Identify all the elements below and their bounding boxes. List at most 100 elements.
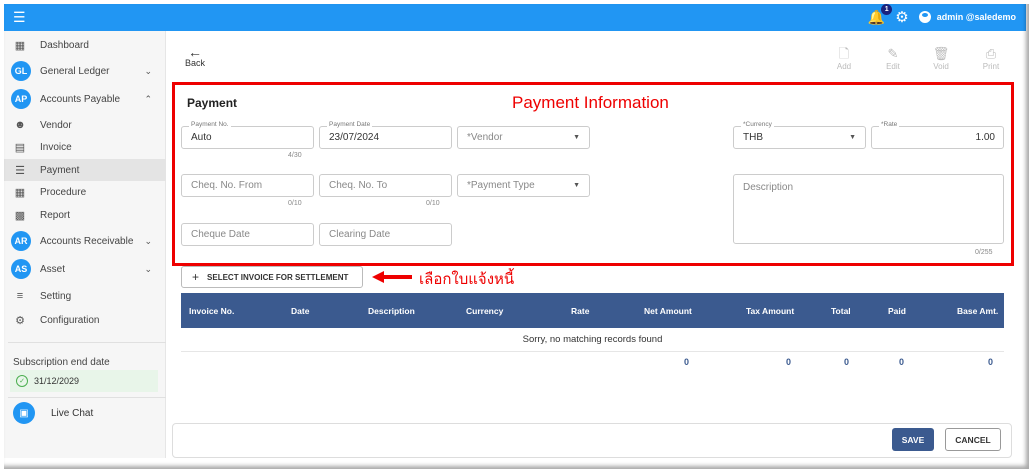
sidebar-item-accounts-payable[interactable]: AP Accounts Payable ⌃: [4, 88, 166, 110]
cheq-no-to-field[interactable]: Cheq. No. To: [319, 174, 452, 197]
sidebar-item-label: Dashboard: [40, 39, 89, 51]
col-description[interactable]: Description: [368, 306, 415, 316]
col-date[interactable]: Date: [291, 306, 309, 316]
add-button[interactable]: 🗋 Add: [829, 46, 859, 71]
sidebar-item-label: Report: [40, 209, 71, 221]
field-label: Payment No.: [189, 121, 231, 128]
notification-bell-icon[interactable]: 🔔 1: [868, 3, 893, 26]
sidebar-item-general-ledger[interactable]: GL General Ledger ⌄: [4, 60, 166, 82]
payment-no-counter: 4/30: [288, 152, 302, 159]
user-menu[interactable]: admin @saledemo: [918, 11, 1016, 23]
clearing-date-field[interactable]: Clearing Date: [319, 223, 452, 246]
sidebar-item-dashboard[interactable]: ▦ Dashboard: [4, 34, 166, 56]
void-button[interactable]: 🗑 Void: [926, 46, 956, 71]
ar-avatar: AR: [11, 231, 31, 251]
field-placeholder: Clearing Date: [329, 229, 391, 240]
field-value: Auto: [191, 132, 212, 143]
dropdown-arrow-icon: ▼: [573, 182, 580, 189]
sidebar-item-label: Configuration: [40, 314, 100, 326]
total-tax-amount: 0: [786, 357, 792, 367]
total-net-amount: 0: [684, 357, 690, 367]
form-title: Payment: [187, 96, 238, 110]
sidebar-item-label: Accounts Receivable: [40, 235, 134, 247]
void-label: Void: [933, 62, 949, 71]
description-counter: 0/255: [975, 249, 993, 256]
sidebar-item-label: Accounts Payable: [40, 93, 121, 105]
sidebar-item-report[interactable]: ▩ Report: [4, 204, 166, 226]
col-paid[interactable]: Paid: [888, 306, 906, 316]
menu-icon[interactable]: ☰: [13, 10, 26, 24]
sidebar-item-label: Vendor: [40, 119, 72, 131]
sidebar-item-procedure[interactable]: ▦ Procedure: [4, 181, 166, 203]
col-net-amount[interactable]: Net Amount: [644, 306, 692, 316]
payment-no-field[interactable]: Payment No. Auto: [181, 121, 314, 149]
col-invoice-no[interactable]: Invoice No.: [189, 306, 234, 316]
as-avatar: AS: [11, 259, 31, 279]
field-value: 23/07/2024: [329, 132, 380, 143]
sidebar-item-accounts-receivable[interactable]: AR Accounts Receivable ⌄: [4, 230, 166, 252]
sidebar-item-label: Payment: [40, 164, 80, 176]
col-tax-amount[interactable]: Tax Amount: [746, 306, 794, 316]
chevron-down-icon: ⌄: [144, 65, 152, 76]
sidebar-item-vendor[interactable]: ☻ Vendor: [4, 114, 166, 136]
currency-select[interactable]: *Currency THB ▼: [733, 121, 866, 149]
plus-icon: +: [192, 270, 200, 284]
col-base-amt[interactable]: Base Amt.: [957, 306, 998, 316]
cancel-button[interactable]: CANCEL: [945, 428, 1001, 451]
field-label: Payment Date: [327, 121, 373, 128]
col-total[interactable]: Total: [831, 306, 851, 316]
payment-information-annotation: Payment Information: [512, 93, 669, 112]
save-button[interactable]: SAVE: [892, 428, 934, 451]
field-placeholder: Cheq. No. To: [329, 180, 388, 191]
sidebar-item-payment[interactable]: ☰ Payment: [4, 159, 166, 181]
sidebar-item-configuration[interactable]: ⚙ Configuration: [4, 309, 166, 331]
divider: [8, 342, 166, 343]
invoice-icon: ▤: [14, 141, 26, 154]
edit-button[interactable]: ✎ Edit: [878, 46, 908, 71]
payment-date-field[interactable]: Payment Date 23/07/2024: [319, 121, 452, 149]
live-chat-button[interactable]: ▣ Live Chat: [13, 402, 93, 424]
trash-icon: 🗑: [932, 46, 950, 61]
sidebar: ▦ Dashboard GL General Ledger ⌄ AP Accou…: [4, 31, 166, 458]
cheque-date-field[interactable]: Cheque Date: [181, 223, 314, 246]
description-textarea[interactable]: Description: [733, 174, 1004, 244]
pencil-icon: ✎: [887, 46, 899, 61]
chat-icon: ▣: [13, 402, 35, 424]
invoice-table-header: Invoice No. Date Description Currency Ra…: [181, 293, 1004, 328]
edit-label: Edit: [886, 62, 900, 71]
vendor-select[interactable]: *Vendor ▼: [457, 126, 590, 149]
sidebar-item-asset[interactable]: AS Asset ⌄: [4, 258, 166, 280]
select-invoice-button[interactable]: + SELECT INVOICE FOR SETTLEMENT: [181, 266, 363, 288]
field-placeholder: Cheq. No. From: [191, 180, 263, 191]
field-placeholder: *Vendor: [467, 132, 503, 143]
field-value: THB: [743, 132, 763, 143]
col-rate[interactable]: Rate: [571, 306, 589, 316]
rate-field[interactable]: *Rate 1.00: [871, 121, 1004, 149]
file-icon: 🗋: [838, 46, 850, 61]
subscription-label: Subscription end date: [13, 357, 110, 368]
col-currency[interactable]: Currency: [466, 306, 503, 316]
sidebar-item-invoice[interactable]: ▤ Invoice: [4, 136, 166, 158]
empty-table-message: Sorry, no matching records found: [522, 334, 663, 345]
subscription-date: 31/12/2029: [34, 376, 80, 386]
sidebar-item-label: General Ledger: [40, 65, 110, 77]
top-app-bar: ☰ 🔔 1 ⚙ admin @saledemo: [4, 3, 1026, 31]
action-footer: [172, 423, 1012, 458]
payment-type-select[interactable]: *Payment Type ▼: [457, 174, 590, 197]
back-button[interactable]: ← Back: [185, 45, 206, 68]
back-label: Back: [185, 58, 206, 68]
cheq-no-from-field[interactable]: Cheq. No. From: [181, 174, 314, 197]
dropdown-arrow-icon: ▼: [849, 134, 856, 141]
total-total: 0: [844, 357, 850, 367]
sidebar-item-label: Asset: [40, 263, 66, 275]
print-button[interactable]: ⎙ Print: [976, 46, 1006, 71]
chevron-down-icon: ⌄: [144, 263, 152, 274]
settings-gear-icon[interactable]: ⚙: [895, 8, 908, 26]
sliders-icon: ≡: [16, 290, 24, 302]
field-placeholder: *Payment Type: [467, 180, 535, 191]
notification-badge: 1: [881, 3, 893, 15]
printer-icon: ⎙: [985, 46, 997, 61]
subscription-date-badge: ✓ 31/12/2029: [10, 370, 158, 392]
sidebar-item-label: Setting: [40, 290, 72, 302]
sidebar-item-setting[interactable]: ≡ Setting: [4, 285, 166, 307]
